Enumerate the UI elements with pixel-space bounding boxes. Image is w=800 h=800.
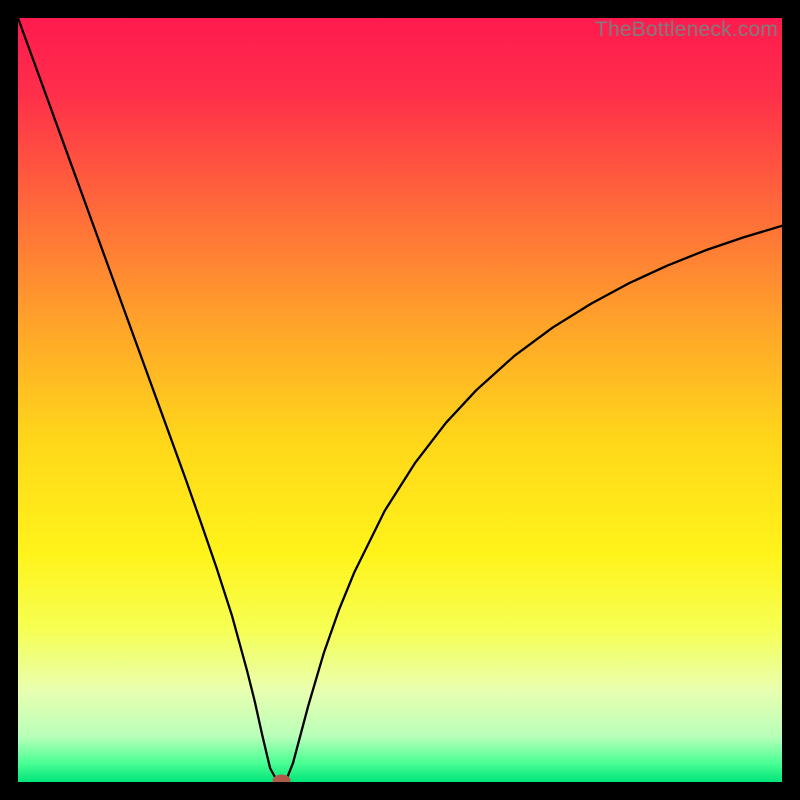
chart-frame: TheBottleneck.com <box>18 18 782 782</box>
watermark-text: TheBottleneck.com <box>595 18 778 42</box>
bottleneck-chart <box>18 18 782 782</box>
plot-background <box>18 18 782 782</box>
